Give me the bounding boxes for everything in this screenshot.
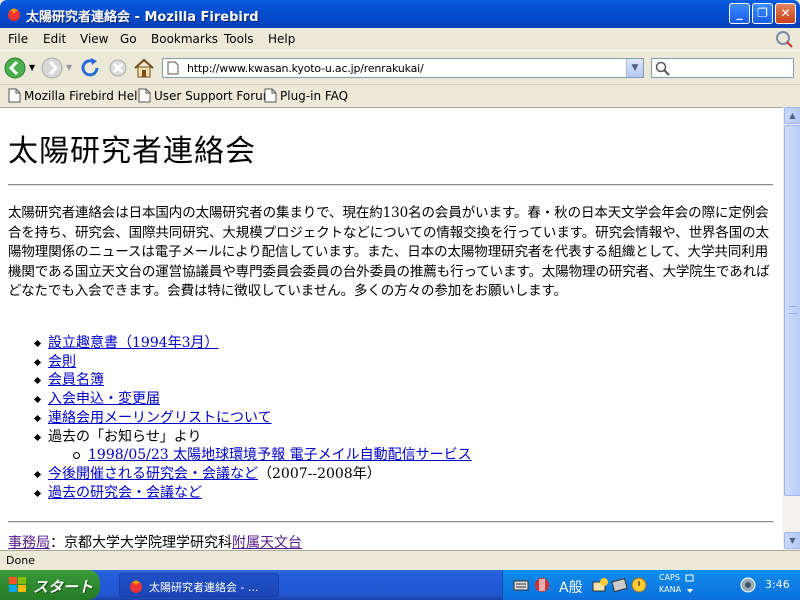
menu-tools[interactable]: Tools [224,32,254,46]
start-button[interactable]: スタート [0,570,100,600]
kana-indicator: KANA [659,585,682,594]
past-notices-label: 過去の「お知らせ」より [48,428,202,445]
stop-icon[interactable] [106,56,130,80]
intro-paragraph: 太陽研究者連絡会は日本国内の太陽研究者の集まりで、現在約130名の会員がいます。… [8,205,770,299]
url-bar[interactable]: http://www.kwasan.kyoto-u.ac.jp/renrakuk… [162,58,644,78]
caps-indicator: CAPS [659,573,680,582]
page-icon [8,88,21,103]
page-icon [264,88,277,103]
menu-go[interactable]: Go [120,32,137,46]
link-list: 設立趣意書（1994年3月） 会則 会員名簿 入会申込・変更届 連絡会用メーリン… [48,334,472,502]
menu-edit[interactable]: Edit [43,32,66,46]
bookmark-label: Plug-in FAQ [280,89,349,103]
list-item: 会則 [48,353,472,372]
forward-icon[interactable] [40,56,64,80]
menu-bookmarks[interactable]: Bookmarks [151,32,218,46]
list-item: 設立趣意書（1994年3月） [48,334,472,353]
navigation-toolbar: ▼ ▼ http://www.kwasan.kyoto-u.ac.jp/renr… [0,50,800,83]
link-observatory[interactable]: 附属天文台 [232,535,302,550]
chevron-down-icon[interactable] [685,586,695,596]
ime-dictionary-icon[interactable] [611,577,629,593]
link-space-weather-service[interactable]: 1998/05/23 太陽地球環境予報 電子メイル自動配信サービス [88,447,472,463]
link-upcoming-meetings[interactable]: 今後開催される研究会・会議など [48,466,258,482]
link-member-list[interactable]: 会員名簿 [48,372,104,388]
link-bylaws[interactable]: 会則 [48,354,76,370]
maximize-button[interactable]: ❐ [752,3,773,24]
office-address: ：京都大学大学院理学研究科 [50,535,232,550]
page-title: 太陽研究者連絡会 [8,134,256,169]
page-icon [138,88,151,103]
browser-window: 太陽研究者連絡会 - Mozilla Firebird _ ❐ ✕ File E… [0,0,800,570]
throbber-icon [776,31,793,48]
back-icon[interactable] [3,56,27,80]
window-title: 太陽研究者連絡会 - Mozilla Firebird [26,10,259,25]
scroll-thumb[interactable] [784,125,800,496]
list-item: 連絡会用メーリングリストについて [48,409,472,428]
menu-view[interactable]: View [80,32,108,46]
volume-icon[interactable] [739,576,757,594]
windows-logo-icon [9,577,26,592]
close-button[interactable]: ✕ [775,3,796,24]
bookmarks-toolbar: Mozilla Firebird Help User Support Forum… [0,84,800,106]
restore-icon[interactable] [685,574,695,584]
list-item: 入会申込・変更届 [48,390,472,409]
taskbar-window-label: 太陽研究者連絡会 - ... [149,581,259,594]
ime-icon[interactable] [533,576,551,594]
system-tray: A般 CAPS KANA 3:46 [502,570,800,600]
url-dropdown-icon[interactable]: ▼ [626,59,643,77]
taskbar-window-button[interactable]: 太陽研究者連絡会 - ... [119,573,279,597]
back-dropdown-icon[interactable]: ▼ [29,63,35,72]
grip-icon [789,306,797,314]
upcoming-meetings-years: （2007--2008年） [258,465,381,482]
search-icon [655,61,670,76]
scroll-down-button[interactable]: ▼ [784,532,800,549]
menu-help[interactable]: Help [268,32,295,46]
firebird-icon [130,580,142,593]
firebird-icon [8,8,20,21]
search-box[interactable] [651,58,794,78]
home-icon[interactable] [132,56,156,80]
page-icon [167,61,179,75]
reload-icon[interactable] [78,56,102,80]
divider [8,184,773,186]
link-past-meetings[interactable]: 過去の研究会・会議など [48,485,202,501]
list-item: 今後開催される研究会・会議など（2007--2008年） [48,465,472,484]
link-membership-application[interactable]: 入会申込・変更届 [48,391,160,407]
menu-file[interactable]: File [8,32,28,46]
forward-dropdown-icon[interactable]: ▼ [66,63,72,72]
list-item: 過去の「お知らせ」より [48,428,472,447]
bookmark-label: User Support Forum [154,89,275,103]
url-text[interactable]: http://www.kwasan.kyoto-u.ac.jp/renrakuk… [187,62,424,75]
ime-help-icon[interactable] [631,577,647,593]
scroll-up-button[interactable]: ▲ [784,107,800,124]
bookmark-label: Mozilla Firebird Help [24,89,146,103]
link-office[interactable]: 事務局 [8,535,50,550]
link-mailing-list[interactable]: 連絡会用メーリングリストについて [48,410,272,426]
start-label: スタート [33,578,94,596]
list-item: 過去の研究会・会議など [48,484,472,503]
list-item: 会員名簿 [48,371,472,390]
status-bar: Done [0,550,800,570]
sub-list-item: 1998/05/23 太陽地球環境予報 電子メイル自動配信サービス [48,446,472,465]
link-founding-prospectus[interactable]: 設立趣意書（1994年3月） [48,335,219,351]
minimize-button[interactable]: _ [729,3,750,24]
taskbar: スタート 太陽研究者連絡会 - ... A般 CAPS KANA 3:46 [0,570,800,600]
title-bar[interactable]: 太陽研究者連絡会 - Mozilla Firebird _ ❐ ✕ [0,0,800,28]
menu-bar: File Edit View Go Bookmarks Tools Help [0,28,800,50]
ime-mode[interactable]: A般 [559,577,583,597]
keyboard-icon[interactable] [513,578,529,592]
vertical-scrollbar[interactable]: ▲ ▼ [783,107,800,550]
clock: 3:46 [765,578,790,591]
ime-tool-icon[interactable] [591,577,609,593]
footer: 事務局：京都大学大学院理学研究科附属天文台 [8,532,302,550]
status-text: Done [6,554,35,567]
divider [8,521,773,523]
page-content: 太陽研究者連絡会 太陽研究者連絡会は日本国内の太陽研究者の集まりで、現在約130… [0,107,783,550]
